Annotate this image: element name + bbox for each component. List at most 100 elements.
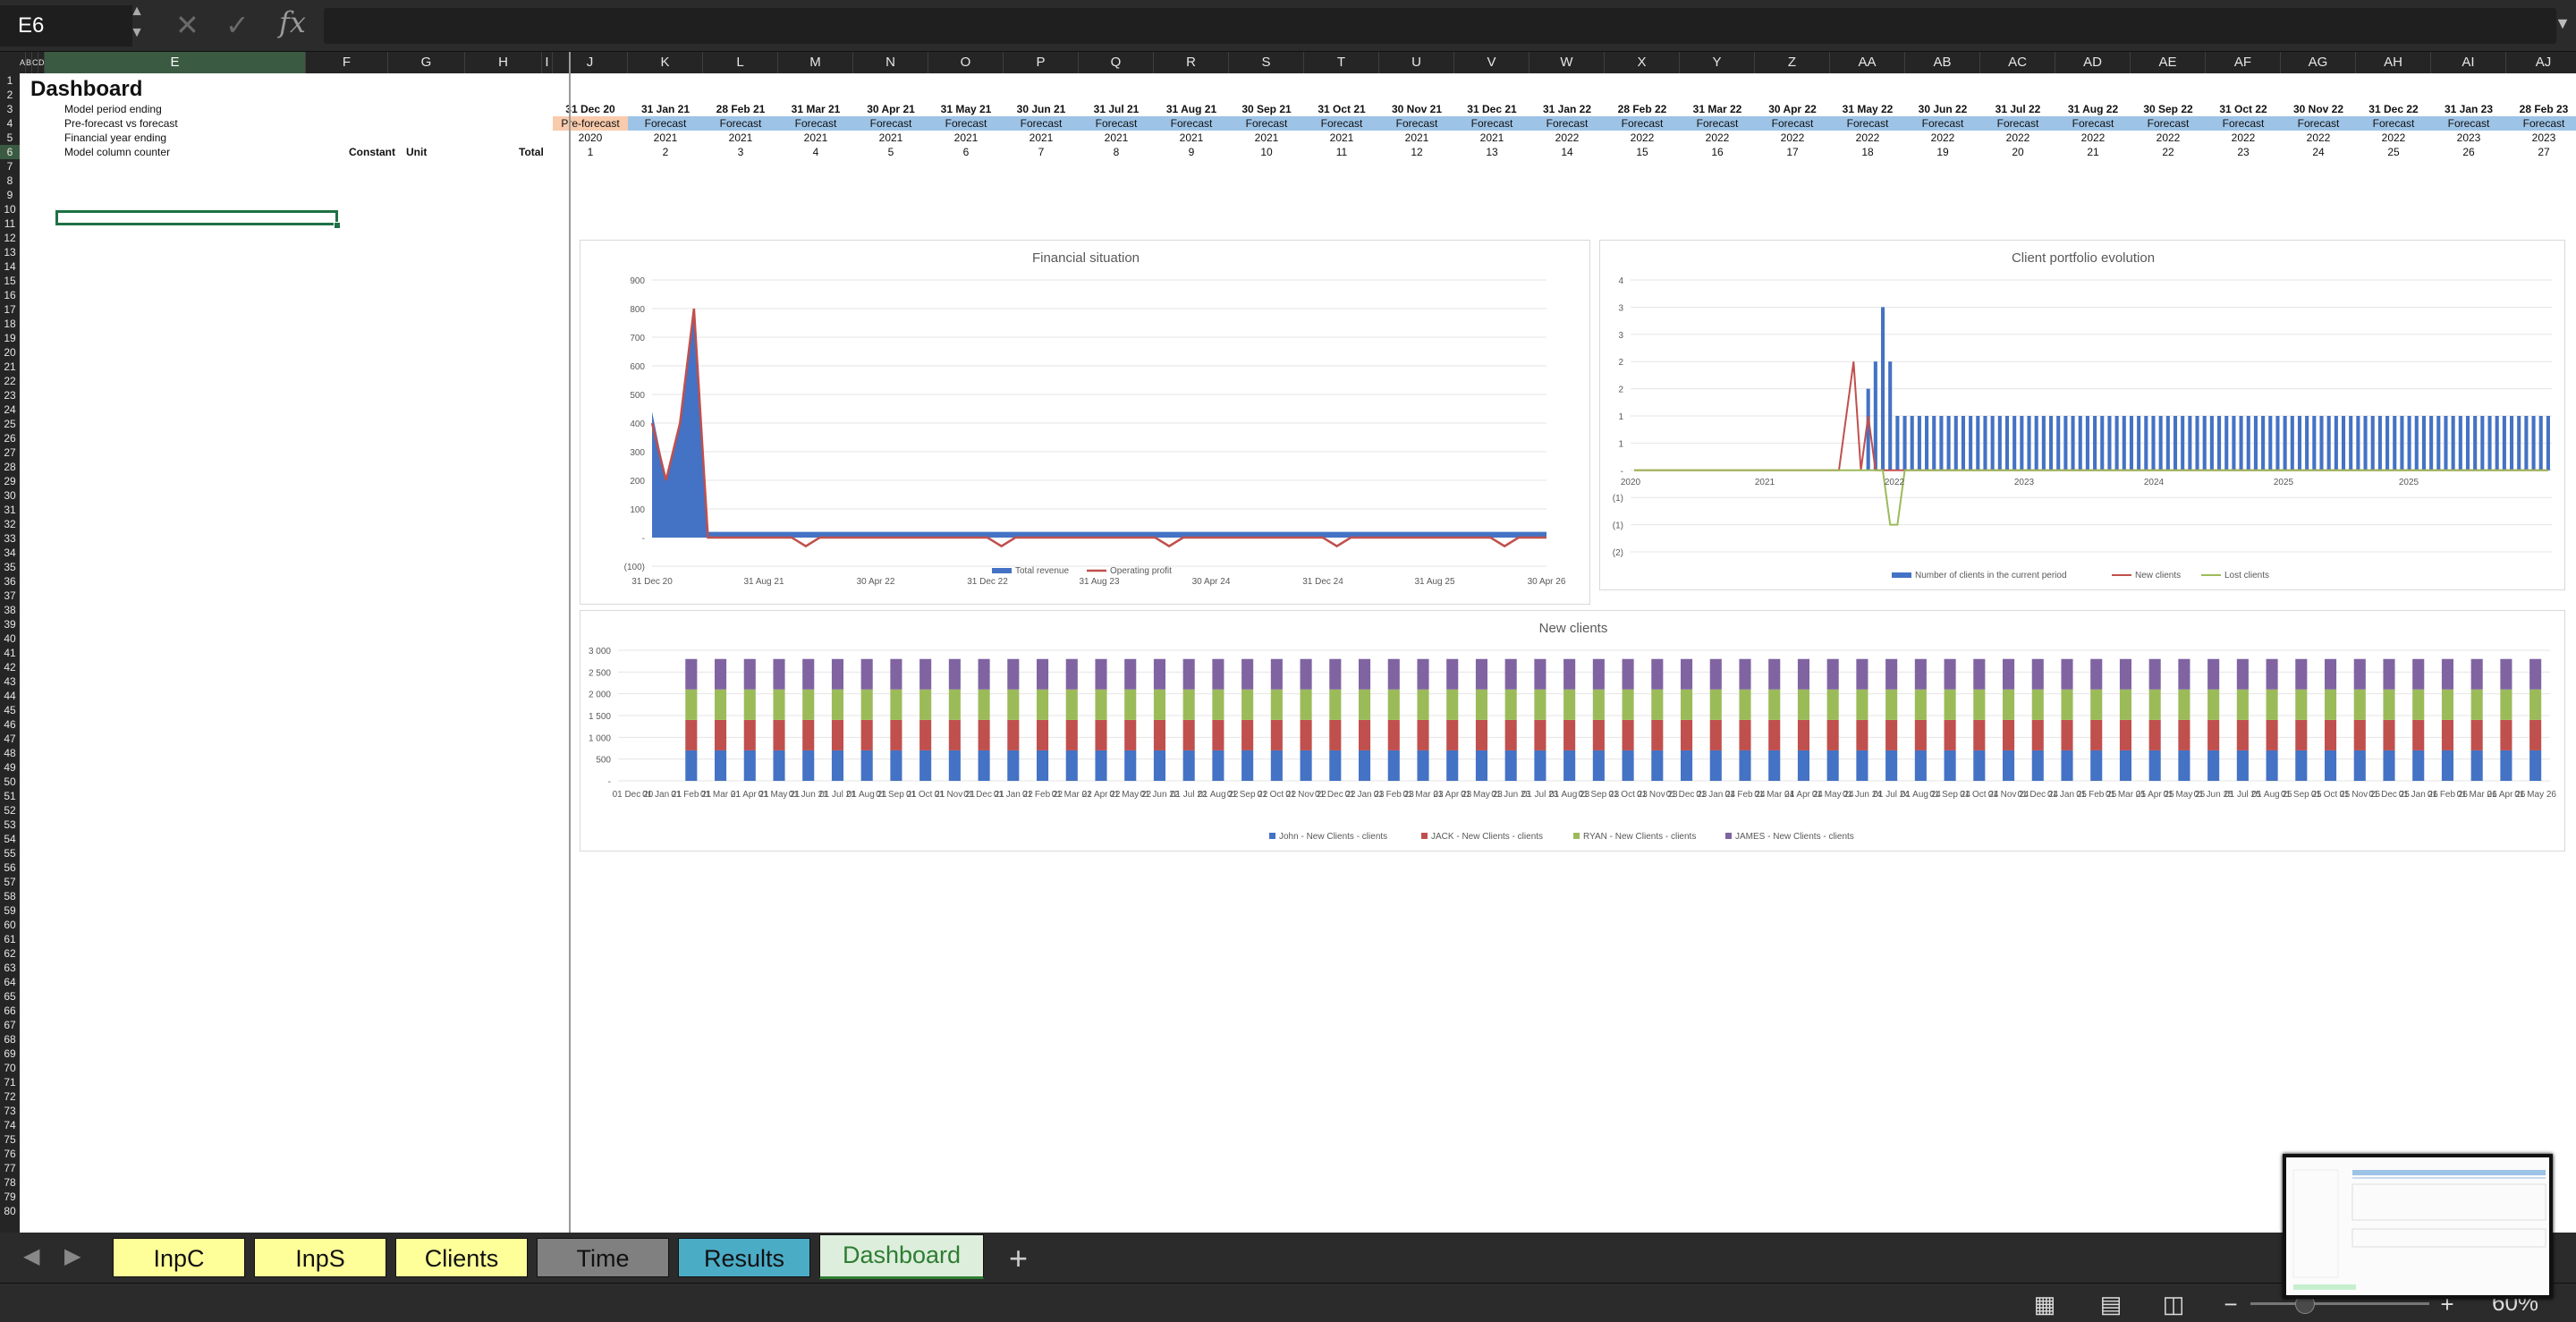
row-header[interactable]: 27 [0,445,20,460]
period-type[interactable]: Forecast [1530,116,1605,131]
period-type[interactable]: Forecast [1229,116,1304,131]
row-header[interactable]: 65 [0,989,20,1004]
row-header[interactable]: 79 [0,1190,20,1204]
financial-year[interactable]: 2021 [1229,131,1304,145]
period-end-date[interactable]: 31 Dec 22 [2356,102,2431,116]
column-counter[interactable]: 6 [928,145,1004,159]
row-header[interactable]: 76 [0,1147,20,1161]
row-header[interactable]: 13 [0,245,20,259]
column-counter[interactable]: 14 [1530,145,1605,159]
row-header[interactable]: 52 [0,803,20,818]
financial-year[interactable]: 2021 [1379,131,1454,145]
financial-year[interactable]: 2021 [778,131,853,145]
column-header-k[interactable]: K [628,52,703,73]
period-end-date[interactable]: 31 Oct 22 [2206,102,2281,116]
financial-year[interactable]: 2023 [2506,131,2576,145]
formula-input[interactable] [324,8,2556,44]
row-header[interactable]: 30 [0,488,20,503]
period-end-date[interactable]: 30 Apr 22 [1755,102,1830,116]
row-header[interactable]: 72 [0,1089,20,1104]
row-header[interactable]: 62 [0,946,20,961]
row-header[interactable]: 15 [0,274,20,288]
period-type[interactable]: Forecast [1755,116,1830,131]
period-type[interactable]: Pre-forecast [553,116,628,131]
financial-year[interactable]: 2022 [2055,131,2131,145]
column-counter[interactable]: 2 [628,145,703,159]
column-counter[interactable]: 8 [1079,145,1154,159]
chart-financial-situation[interactable]: Financial situation (100) - 100 200 300 400 500… [580,240,1590,605]
row-header[interactable]: 36 [0,574,20,589]
financial-year[interactable]: 2021 [1079,131,1154,145]
sheet-tab-clients[interactable]: Clients [395,1238,528,1277]
row-header[interactable]: 64 [0,975,20,989]
column-counter[interactable]: 17 [1755,145,1830,159]
row-header[interactable]: 49 [0,760,20,775]
column-counter[interactable]: 21 [2055,145,2131,159]
period-end-date[interactable]: 31 Jan 21 [628,102,703,116]
sheet-tab-results[interactable]: Results [678,1238,810,1277]
financial-year[interactable]: 2022 [1680,131,1755,145]
column-counter[interactable]: 23 [2206,145,2281,159]
row-header[interactable]: 31 [0,503,20,517]
period-end-date[interactable]: 31 Dec 21 [1454,102,1530,116]
row-header[interactable]: 37 [0,589,20,603]
chart-new-clients[interactable]: New clients - 500 1 000 1 500 2 000 2 500 3 000… [580,610,2565,852]
financial-year[interactable]: 2022 [1980,131,2055,145]
financial-year[interactable]: 2022 [1605,131,1680,145]
column-header-aa[interactable]: AA [1830,52,1905,73]
name-box-up-icon[interactable]: ▲ [128,4,146,20]
page-break-icon[interactable]: ◫ [2152,1291,2195,1318]
period-end-date[interactable]: 31 May 21 [928,102,1004,116]
row-header[interactable]: 26 [0,431,20,445]
page-layout-icon[interactable]: ▤ [2089,1291,2132,1318]
period-end-date[interactable]: 28 Feb 21 [703,102,778,116]
column-header-b[interactable]: B [26,52,32,73]
financial-year[interactable]: 2021 [628,131,703,145]
row-header[interactable]: 45 [0,703,20,717]
column-header-ah[interactable]: AH [2356,52,2431,73]
row-header[interactable]: 14 [0,259,20,274]
row-header[interactable]: 48 [0,746,20,760]
row-header[interactable]: 43 [0,674,20,689]
period-type[interactable]: Forecast [1154,116,1229,131]
column-counter[interactable]: 25 [2356,145,2431,159]
row-header[interactable]: 75 [0,1132,20,1147]
financial-year[interactable]: 2021 [703,131,778,145]
column-counter[interactable]: 26 [2431,145,2506,159]
column-counter[interactable]: 16 [1680,145,1755,159]
row-header[interactable]: 80 [0,1204,20,1218]
row-header[interactable]: 55 [0,846,20,860]
period-end-date[interactable]: 31 Jul 22 [1980,102,2055,116]
row-header[interactable]: 11 [0,216,20,231]
row-header[interactable]: 78 [0,1175,20,1190]
financial-year[interactable]: 2022 [1830,131,1905,145]
period-end-date[interactable]: 31 Dec 20 [553,102,628,116]
row-header[interactable]: 33 [0,531,20,546]
row-header[interactable]: 17 [0,302,20,317]
column-header-x[interactable]: X [1605,52,1680,73]
row-header[interactable]: 12 [0,231,20,245]
financial-year[interactable]: 2021 [1004,131,1079,145]
row-header[interactable]: 34 [0,546,20,560]
row-header[interactable]: 28 [0,460,20,474]
row-header[interactable]: 22 [0,374,20,388]
name-box-down-icon[interactable]: ▼ [128,25,146,41]
row-header[interactable]: 53 [0,818,20,832]
sheet-tab-dashboard[interactable]: Dashboard [819,1234,984,1279]
row-header[interactable]: 25 [0,417,20,431]
column-counter[interactable]: 12 [1379,145,1454,159]
sheet-tab-time[interactable]: Time [537,1238,669,1277]
period-end-date[interactable]: 31 Oct 21 [1304,102,1379,116]
column-counter[interactable]: 11 [1304,145,1379,159]
period-end-date[interactable]: 31 Mar 21 [778,102,853,116]
column-header-n[interactable]: N [853,52,928,73]
financial-year[interactable]: 2021 [1454,131,1530,145]
period-end-date[interactable]: 30 Sep 21 [1229,102,1304,116]
column-header-i[interactable]: I [542,52,553,73]
row-header[interactable]: 69 [0,1047,20,1061]
row-header[interactable]: 23 [0,388,20,403]
column-counter[interactable]: 10 [1229,145,1304,159]
period-end-date[interactable]: 28 Feb 23 [2506,102,2576,116]
row-header[interactable]: 40 [0,631,20,646]
cell-grid[interactable]: Dashboard Model period ending Pre-foreca… [20,73,2576,1233]
